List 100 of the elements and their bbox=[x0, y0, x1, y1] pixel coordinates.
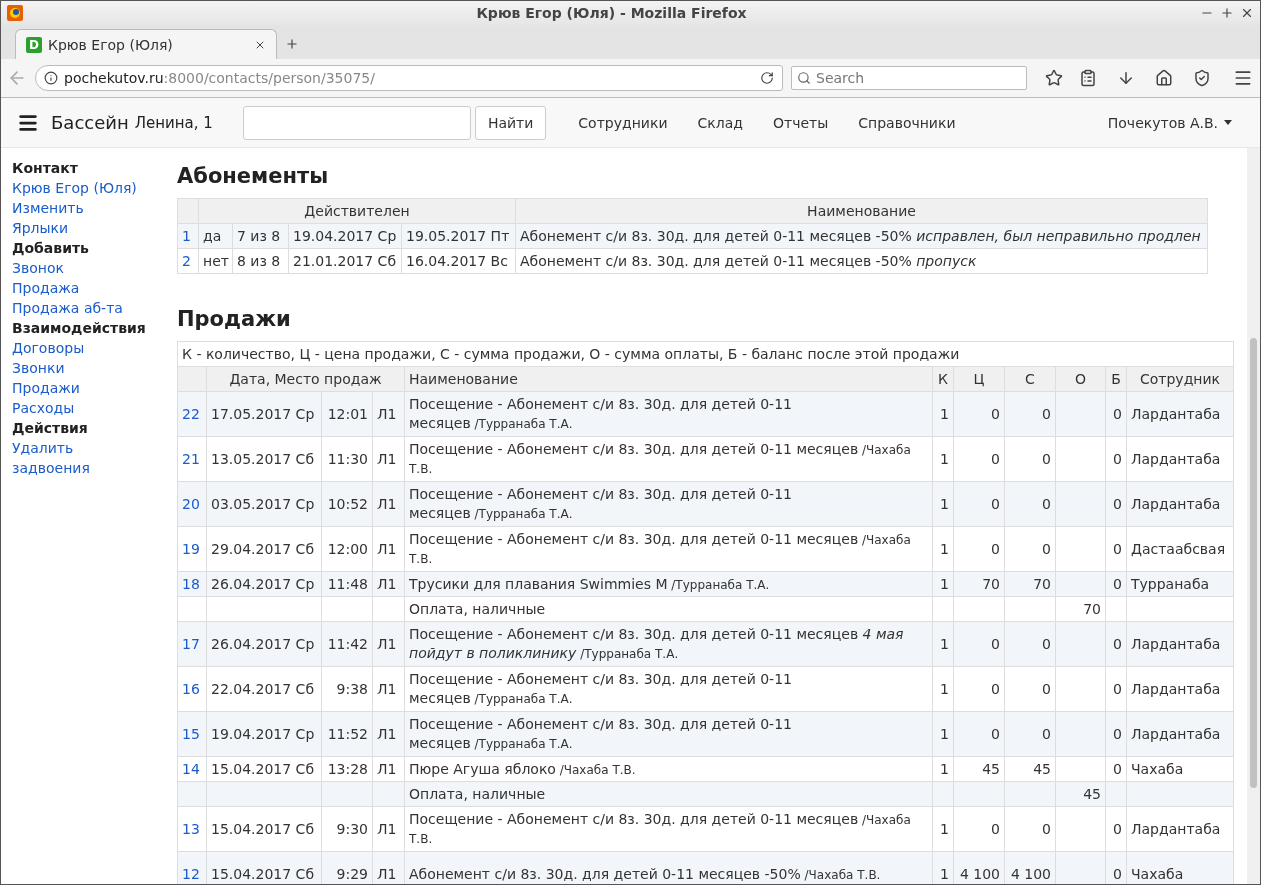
table-cell: Лардантаба bbox=[1126, 711, 1234, 757]
column-header: Наименование bbox=[515, 198, 1208, 224]
legend-text: К - количество, Ц - цена продажи, С - сумма продажи, О - сумма оплаты, Б - баланс после этой продажи bbox=[177, 341, 1234, 367]
sidebar-link[interactable]: Звонки bbox=[12, 358, 177, 378]
sidebar-link[interactable]: задвоения bbox=[12, 458, 177, 478]
table-cell: 15.04.2017 Сб bbox=[206, 756, 322, 782]
table-cell: 16.04.2017 Вс bbox=[401, 248, 516, 274]
column-header: Дата, Место продаж bbox=[206, 366, 405, 392]
table-cell: Трусики для плавания Swimmies M /Турранаба Т.А. bbox=[404, 571, 933, 597]
table-cell: 12:01 bbox=[321, 391, 373, 437]
search-button[interactable]: Найти bbox=[474, 105, 547, 140]
table-cell: Посещение - Абонемент с/и 8з. 30д. для детей 0-11 месяцев /Турранаба Т.А. bbox=[404, 711, 933, 757]
table-cell: 4 100 bbox=[1004, 851, 1056, 884]
sidebar-heading: Действия bbox=[12, 419, 89, 438]
table-cell: Оплата, наличные bbox=[404, 781, 933, 807]
browser-tab[interactable]: D Крюв Егор (Юля) bbox=[15, 29, 277, 59]
table-cell: Абонемент с/и 8з. 30д. для детей 0-11 месяцев -50% пропуск bbox=[515, 248, 1208, 274]
sidebar-heading: Добавить bbox=[12, 239, 90, 258]
table-cell: Посещение - Абонемент с/и 8з. 30д. для детей 0-11 месяцев /Турранаба Т.А. bbox=[404, 391, 933, 437]
table-cell: 0 bbox=[953, 806, 1005, 852]
table-cell: 13.05.2017 Сб bbox=[206, 436, 322, 482]
sidebar-link[interactable]: Продажа bbox=[12, 278, 177, 298]
table-cell: Посещение - Абонемент с/и 8з. 30д. для детей 0-11 месяцев /Чахаба Т.В. bbox=[404, 806, 933, 852]
table-cell: 26.04.2017 Ср bbox=[206, 571, 322, 597]
table-cell: Лардантаба bbox=[1126, 806, 1234, 852]
table-cell: Посещение - Абонемент с/и 8з. 30д. для детей 0-11 месяцев /Чахаба Т.В. bbox=[404, 436, 933, 482]
table-cell: 9:38 bbox=[321, 666, 373, 712]
table-cell: Турранаба bbox=[1126, 571, 1234, 597]
table-cell: 0 bbox=[953, 481, 1005, 527]
sidebar-link[interactable]: Продажа аб-та bbox=[12, 298, 177, 318]
table-cell: 22.04.2017 Сб bbox=[206, 666, 322, 712]
column-header: Сотрудник bbox=[1126, 366, 1234, 392]
table-cell: 15.04.2017 Сб bbox=[206, 851, 322, 884]
table-cell: 0 bbox=[1004, 526, 1056, 572]
nav-link[interactable]: Склад bbox=[697, 114, 743, 131]
sidebar-link[interactable]: Расходы bbox=[12, 398, 177, 418]
table-cell: 0 bbox=[953, 711, 1005, 757]
table-cell: 9:29 bbox=[321, 851, 373, 884]
sidebar-link[interactable]: Изменить bbox=[12, 198, 177, 218]
table-cell: 19.04.2017 Ср bbox=[288, 223, 402, 249]
table-cell: 03.05.2017 Ср bbox=[206, 481, 322, 527]
table-cell: 4 100 bbox=[953, 851, 1005, 884]
table-cell: Лардантаба bbox=[1126, 666, 1234, 712]
sidebar-link[interactable]: Ярлыки bbox=[12, 218, 177, 238]
table-cell: Дастаабсвая bbox=[1126, 526, 1234, 572]
table-cell: 0 bbox=[1004, 806, 1056, 852]
search-field[interactable]: Search bbox=[791, 66, 1027, 90]
table-cell: 26.04.2017 Ср bbox=[206, 621, 322, 667]
table-cell: Посещение - Абонемент с/и 8з. 30д. для детей 0-11 месяцев /Турранаба Т.А. bbox=[404, 481, 933, 527]
nav-link[interactable]: Справочники bbox=[858, 114, 956, 131]
section-title: Абонементы bbox=[177, 164, 330, 188]
table-cell: Лардантаба bbox=[1126, 621, 1234, 667]
sidebar-link[interactable]: Крюв Егор (Юля) bbox=[12, 178, 177, 198]
nav-link[interactable]: Отчеты bbox=[772, 114, 829, 131]
table-cell: 0 bbox=[1004, 666, 1056, 712]
table-cell: 0 bbox=[953, 621, 1005, 667]
section-title: Продажи bbox=[177, 307, 292, 331]
table-cell: 11:52 bbox=[321, 711, 373, 757]
table-cell: Посещение - Абонемент с/и 8з. 30д. для детей 0-11 месяцев /Чахаба Т.В. bbox=[404, 526, 933, 572]
sidebar-link[interactable]: Продажи bbox=[12, 378, 177, 398]
nav-link[interactable]: Сотрудники bbox=[578, 114, 668, 131]
table-cell: 0 bbox=[953, 436, 1005, 482]
table-cell: 0 bbox=[953, 391, 1005, 437]
table-cell: 29.04.2017 Сб bbox=[206, 526, 322, 572]
table-cell: Чахаба bbox=[1126, 851, 1234, 884]
table-cell: 0 bbox=[953, 666, 1005, 712]
table-cell: 19.04.2017 Ср bbox=[206, 711, 322, 757]
sidebar-heading: Взаимодействия bbox=[12, 319, 147, 338]
table-cell: Оплата, наличные bbox=[404, 596, 933, 622]
brand-title[interactable]: Бассейн bbox=[51, 112, 129, 133]
sidebar-link[interactable]: Договоры bbox=[12, 338, 177, 358]
table-cell: 15.04.2017 Сб bbox=[206, 806, 322, 852]
table-cell: 19.05.2017 Пт bbox=[401, 223, 516, 249]
column-header: Наименование bbox=[404, 366, 933, 392]
table-cell: 0 bbox=[1004, 436, 1056, 482]
table-cell: Лардантаба bbox=[1126, 481, 1234, 527]
table-cell: 12:00 bbox=[321, 526, 373, 572]
table-cell: 0 bbox=[1004, 481, 1056, 527]
table-cell: 11:30 bbox=[321, 436, 373, 482]
table-cell: 0 bbox=[953, 526, 1005, 572]
column-header: Действителен bbox=[198, 198, 516, 224]
table-cell: 9:30 bbox=[321, 806, 373, 852]
sidebar-link[interactable]: Удалить bbox=[12, 438, 177, 458]
table-cell: Чахаба bbox=[1126, 756, 1234, 782]
table-cell: 21.01.2017 Сб bbox=[288, 248, 402, 274]
address-field[interactable]: pochekutov.ru:8000/contacts/person/35075/ bbox=[35, 65, 783, 91]
table-cell: Лардантаба bbox=[1126, 391, 1234, 437]
table-cell: 0 bbox=[1004, 711, 1056, 757]
table-cell: 0 bbox=[1004, 621, 1056, 667]
sidebar-heading: Контакт bbox=[12, 159, 79, 178]
table-cell: Абонемент с/и 8з. 30д. для детей 0-11 месяцев -50% исправлен, был неправильно продлен bbox=[515, 223, 1208, 249]
user-menu[interactable]: Почекутов А.В. bbox=[1107, 114, 1232, 131]
brand-subtitle: Ленина, 1 bbox=[134, 113, 213, 132]
table-cell: 11:42 bbox=[321, 621, 373, 667]
table-cell: 0 bbox=[1004, 391, 1056, 437]
table-cell: Лардантаба bbox=[1126, 436, 1234, 482]
sidebar-link[interactable]: Звонок bbox=[12, 258, 177, 278]
table-cell: Посещение - Абонемент с/и 8з. 30д. для детей 0-11 месяцев /Турранаба Т.А. bbox=[404, 666, 933, 712]
table-cell: Посещение - Абонемент с/и 8з. 30д. для детей 0-11 месяцев 4 мая пойдут в поликлинику /Турранаба Т.А. bbox=[404, 621, 933, 667]
table-cell: Пюре Агуша яблоко /Чахаба Т.В. bbox=[404, 756, 933, 782]
